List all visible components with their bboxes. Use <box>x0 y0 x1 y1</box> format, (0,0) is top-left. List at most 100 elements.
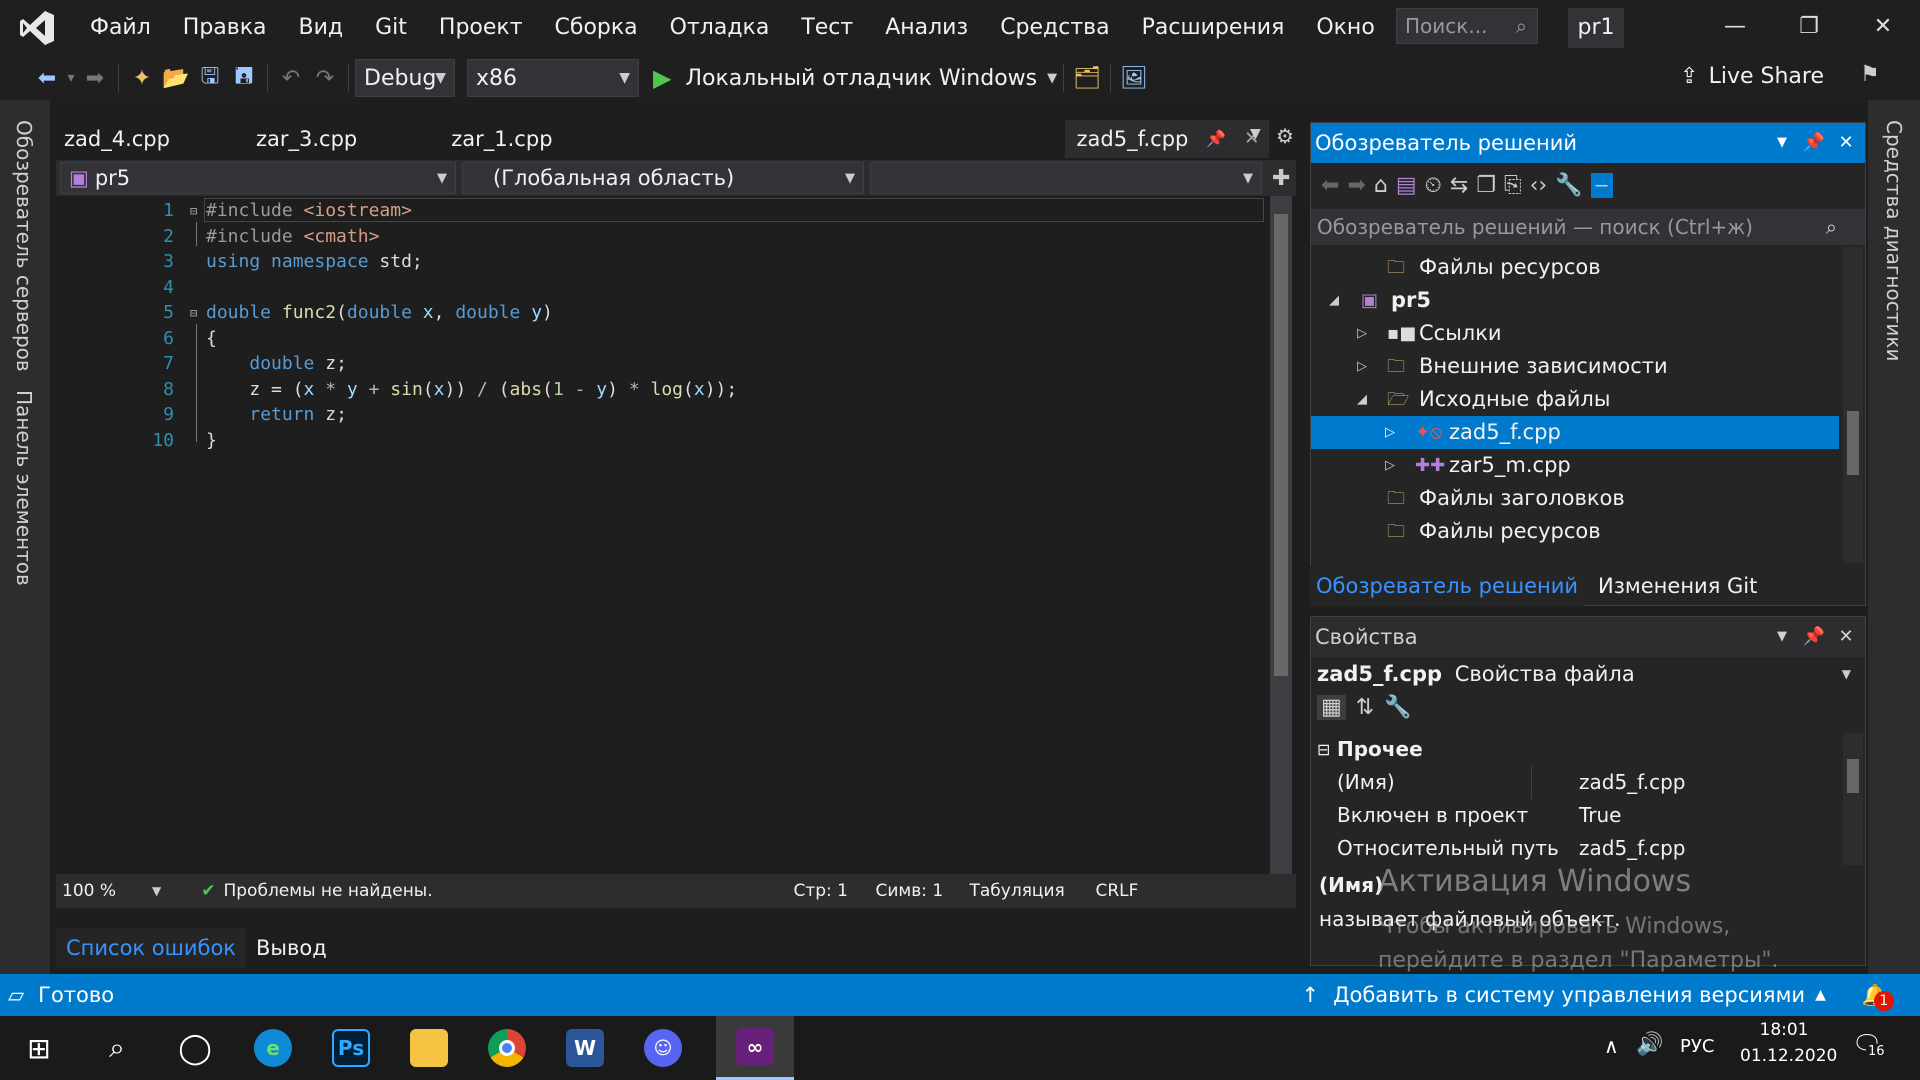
tree-scrollbar[interactable] <box>1843 247 1863 563</box>
collapsed-triangle-icon[interactable]: ▷ <box>1357 317 1367 350</box>
preview-selected-icon[interactable]: ‒ <box>1590 172 1613 198</box>
tree-item-external-deps[interactable]: ▷ 🗀 Внешние зависимости <box>1311 350 1839 383</box>
menu-file[interactable]: Файл <box>74 0 167 56</box>
forward-icon[interactable]: ➡ <box>78 61 112 95</box>
property-pages-wrench-icon[interactable]: 🔧 <box>1384 695 1411 720</box>
tab-error-list[interactable]: Список ошибок <box>56 928 246 968</box>
tab-git-changes[interactable]: Изменения Git <box>1592 566 1763 606</box>
tree-item-source-files[interactable]: ◢ 🗁 Исходные файлы <box>1311 383 1839 416</box>
project-scope-select[interactable]: ▣ pr5 ▼ <box>60 162 456 194</box>
menu-build[interactable]: Сборка <box>539 0 654 56</box>
word-app[interactable]: W <box>546 1016 624 1080</box>
volume-icon[interactable]: 🔊 <box>1636 1032 1663 1057</box>
property-category[interactable]: ⊟ Прочее <box>1311 733 1836 766</box>
tree-item-resource-files[interactable]: 🗀 Файлы ресурсов <box>1311 251 1839 284</box>
tab-zad-4[interactable]: zad_4.cpp <box>52 120 182 158</box>
menu-test[interactable]: Тест <box>785 0 869 56</box>
menu-project[interactable]: Проект <box>423 0 539 56</box>
properties-scrollbar[interactable] <box>1843 733 1863 865</box>
tab-list-dropdown-icon[interactable]: ▼ <box>1250 126 1261 142</box>
tree-item-project[interactable]: ◢ ▣ pr5 <box>1311 284 1839 317</box>
open-file-icon[interactable]: 📂 <box>159 61 193 95</box>
visual-studio-app[interactable]: ∞ <box>716 1016 794 1080</box>
property-row[interactable]: (Имя) zad5_f.cpp <box>1311 766 1836 799</box>
scrollbar-thumb[interactable] <box>1847 759 1859 793</box>
pending-changes-icon[interactable]: ⏲ <box>1425 173 1442 198</box>
menu-window[interactable]: Окно <box>1300 0 1390 56</box>
menu-view[interactable]: Вид <box>283 0 360 56</box>
panel-menu-icon[interactable]: ▼ <box>1767 617 1797 657</box>
back-dropdown-icon[interactable]: ▾ <box>64 61 78 95</box>
notifications-bell-icon[interactable]: 🔔 1 <box>1862 983 1894 1011</box>
photoshop-app[interactable]: Ps <box>312 1016 390 1080</box>
undo-icon[interactable]: ↶ <box>274 61 308 95</box>
expanded-triangle-icon[interactable]: ◢ <box>1357 383 1367 416</box>
menu-debug[interactable]: Отладка <box>654 0 786 56</box>
file-explorer-app[interactable] <box>390 1016 468 1080</box>
chevron-up-icon[interactable]: ▲ <box>1815 987 1826 1003</box>
platform-select[interactable]: x86 ▼ <box>467 59 639 97</box>
settings-gear-icon[interactable]: ⚙ <box>1276 124 1294 148</box>
expanded-triangle-icon[interactable]: ◢ <box>1329 284 1339 317</box>
server-explorer-tab[interactable]: Обозреватель серверов <box>12 120 36 372</box>
editor-vertical-scrollbar[interactable] <box>1270 196 1292 874</box>
tab-output[interactable]: Вывод <box>246 928 337 968</box>
collapse-all-icon[interactable]: ❐ <box>1476 173 1496 198</box>
property-row[interactable]: Включен в проект True <box>1311 799 1836 832</box>
collapsed-triangle-icon[interactable]: ▷ <box>1385 416 1395 449</box>
line-ending-indicator[interactable]: CRLF <box>1095 881 1138 901</box>
tab-zar-3[interactable]: zar_3.cpp <box>244 120 369 158</box>
properties-wrench-icon[interactable]: 🔧 <box>1555 173 1582 198</box>
back-icon[interactable]: ⬅ <box>30 61 64 95</box>
tree-item-resource-files-2[interactable]: 🗀 Файлы ресурсов <box>1311 515 1839 548</box>
show-all-files-icon[interactable]: ⎘ <box>1504 173 1522 198</box>
collapse-toggle-icon[interactable]: ⊟ <box>190 204 197 218</box>
edge-app[interactable]: e <box>234 1016 312 1080</box>
search-button[interactable]: ⌕ <box>78 1016 156 1080</box>
collapse-toggle-icon[interactable]: ⊟ <box>190 306 197 320</box>
language-indicator[interactable]: РУС <box>1680 1036 1714 1057</box>
tree-item-references[interactable]: ▷ ▪■ Ссылки <box>1311 317 1839 350</box>
close-window-button[interactable]: ✕ <box>1846 0 1920 54</box>
tree-item-header-files[interactable]: 🗀 Файлы заголовков <box>1311 482 1839 515</box>
action-center-icon[interactable]: 🗨 16 <box>1852 1030 1887 1059</box>
problems-status[interactable]: Проблемы не найдены. <box>223 881 793 901</box>
close-icon[interactable]: ✕ <box>1831 617 1861 657</box>
back-icon[interactable]: ⬅ <box>1321 173 1339 198</box>
tree-item-zad5-f-selected[interactable]: ▷ ✦⦸ zad5_f.cpp <box>1311 416 1839 449</box>
scrollbar-thumb[interactable] <box>1847 411 1859 475</box>
diagnostic-tools-tab[interactable]: Средства диагностики <box>1882 120 1906 361</box>
split-editor-icon[interactable]: ✚ <box>1272 166 1290 191</box>
screenshot-icon[interactable]: 🖼 <box>1117 61 1151 95</box>
pin-icon[interactable]: 📌 <box>1799 123 1829 163</box>
tab-zar-1[interactable]: zar_1.cpp <box>439 120 564 158</box>
clock[interactable]: 18:01 01.12.2020 <box>1740 1020 1837 1066</box>
collapsed-triangle-icon[interactable]: ▷ <box>1385 449 1395 482</box>
discord-app[interactable]: ☺ <box>624 1016 702 1080</box>
menu-analyze[interactable]: Анализ <box>869 0 984 56</box>
redo-icon[interactable]: ↷ <box>308 61 342 95</box>
menu-extensions[interactable]: Расширения <box>1126 0 1301 56</box>
scrollbar-thumb[interactable] <box>1274 214 1288 676</box>
global-search-input[interactable]: Поиск... ⌕ <box>1396 8 1538 44</box>
feedback-icon[interactable]: ⚑ <box>1860 62 1880 87</box>
type-scope-select[interactable]: (Глобальная область) ▼ <box>462 162 864 194</box>
chevron-down-icon[interactable]: ▼ <box>152 884 161 898</box>
switch-views-icon[interactable]: ▤ <box>1396 173 1417 198</box>
close-icon[interactable]: ✕ <box>1831 123 1861 163</box>
code-editor[interactable]: 1 2 3 4 5 6 7 8 9 10 ⊟ ⊟ #include <iostr… <box>84 196 1270 874</box>
member-scope-select[interactable]: ▼ <box>870 162 1262 194</box>
tree-item-zar5-m[interactable]: ▷ ✚✚ zar5_m.cpp <box>1311 449 1839 482</box>
alphabetical-icon[interactable]: ⇅ <box>1356 695 1374 720</box>
collapse-toggle-icon[interactable]: ⊟ <box>1317 733 1330 766</box>
menu-edit[interactable]: Правка <box>167 0 283 56</box>
menu-tools[interactable]: Средства <box>984 0 1125 56</box>
solution-name-badge[interactable]: pr1 <box>1568 8 1624 48</box>
forward-icon[interactable]: ➡ <box>1347 173 1365 198</box>
categorized-icon[interactable]: ▦ <box>1317 695 1346 720</box>
new-project-icon[interactable]: ✦ <box>125 61 159 95</box>
hidden-icons-chevron-icon[interactable]: ∧ <box>1604 1034 1619 1058</box>
menu-git[interactable]: Git <box>359 0 423 56</box>
solution-explorer-search-input[interactable]: Обозреватель решений — поиск (Ctrl+ж) ⌕ <box>1311 209 1865 245</box>
maximize-button[interactable]: ❐ <box>1772 0 1846 54</box>
